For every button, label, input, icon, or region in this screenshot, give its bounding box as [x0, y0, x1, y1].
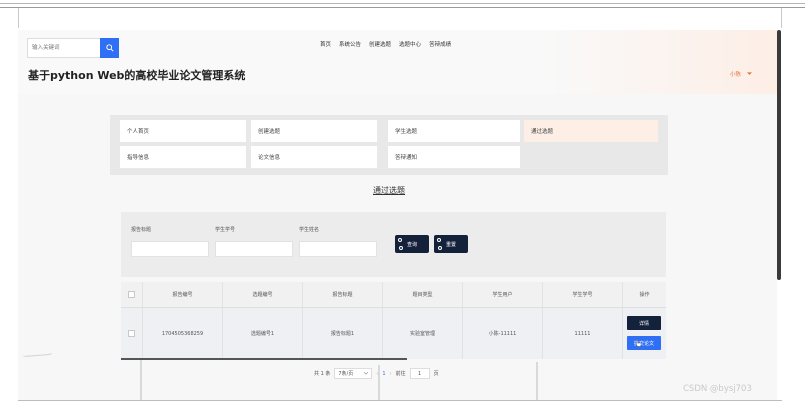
row-checkbox[interactable] — [128, 330, 135, 337]
table-header: 报告编号 选题编号 报告标题 题目类型 学生用户 学生学号 操作 — [121, 282, 666, 308]
cell-student-user: 小陈-11111 — [463, 308, 543, 359]
menu-item-approved-topics[interactable]: 通过选题 — [524, 120, 658, 142]
page-unit: 页 — [433, 371, 439, 377]
nav-item-home[interactable]: 首页 — [320, 40, 331, 48]
goto-page-input[interactable]: 1 — [409, 368, 430, 379]
vertical-scrollbar[interactable] — [777, 30, 781, 280]
watermark: CSDN @bysj703 — [683, 384, 752, 394]
page-title: 通过选题 — [373, 186, 405, 195]
submit-thesis-button[interactable]: 提交论文 — [627, 336, 661, 350]
page-size-select[interactable]: 7条/页 — [334, 368, 373, 379]
nav-item-defense-scores[interactable]: 答辩成绩 — [429, 40, 451, 48]
goto-page-value: 1 — [417, 370, 422, 377]
menu-item-create-topic[interactable]: 创建选题 — [251, 120, 377, 142]
frame-edge — [18, 8, 19, 28]
filter-label-student-name: 学生姓名 — [299, 227, 320, 233]
search-button[interactable] — [100, 38, 119, 58]
report-title-input[interactable] — [131, 241, 209, 257]
row-select-cell — [121, 308, 143, 359]
cursor-hand-icon — [636, 340, 642, 347]
user-name: 小陈 — [730, 72, 742, 78]
button-decor — [437, 238, 441, 242]
search-submit-button[interactable]: 查询 — [395, 235, 429, 253]
frame-edge — [781, 8, 782, 28]
cell-report-title: 报告标题1 — [303, 308, 383, 359]
col-topic-type: 题目类型 — [383, 282, 463, 307]
frame-line — [0, 3, 805, 4]
tower-decoration — [140, 360, 142, 400]
frame-line — [0, 7, 805, 8]
search-input[interactable] — [27, 38, 100, 58]
menu-item-personal-home[interactable]: 个人首页 — [120, 120, 246, 142]
center-menu: 个人首页 创建选题 学生选题 通过选题 指导信息 论文信息 答辩通知 — [110, 115, 668, 175]
menu-item-guidance-info[interactable]: 指导信息 — [120, 146, 246, 168]
button-decor — [438, 246, 442, 250]
airplane-decoration — [22, 353, 53, 357]
col-report-title: 报告标题 — [303, 282, 383, 307]
nav-item-topic-center[interactable]: 选题中心 — [399, 40, 421, 48]
col-actions: 操作 — [639, 292, 650, 298]
nav-item-create-topic[interactable]: 创建选题 — [369, 40, 391, 48]
chevron-down-icon — [747, 72, 753, 75]
search-bar — [27, 38, 119, 58]
menu-item-defense-notice[interactable]: 答辩通知 — [388, 146, 520, 168]
menu-item-thesis-info[interactable]: 论文信息 — [251, 146, 377, 168]
filter-label-report-title: 报告标题 — [131, 227, 152, 233]
col-student-id: 学生学号 — [543, 282, 623, 307]
filter-panel: 报告标题 学生学号 学生姓名 查询 重置 — [121, 212, 666, 277]
cell-report-no: 1704505368259 — [143, 308, 223, 359]
cell-actions: 详情 提交论文 — [623, 308, 666, 359]
pagination: 共 1 条 7条/页 ‹ 1 › 前往 1 页 — [314, 368, 439, 379]
student-name-input[interactable] — [299, 241, 377, 257]
cell-topic-no: 选题编号1 — [223, 308, 303, 359]
search-submit-label: 查询 — [406, 241, 417, 248]
table-row: 1704505368259 选题编号1 报告标题1 实验室管理 小陈-11111… — [121, 308, 666, 359]
reset-button[interactable]: 重置 — [434, 235, 468, 253]
current-page[interactable]: 1 — [382, 371, 385, 377]
next-page-button[interactable]: › — [390, 371, 392, 377]
horizontal-scrollbar[interactable] — [121, 358, 407, 360]
pager-total: 共 1 条 — [314, 371, 331, 377]
cell-topic-type: 实验室管理 — [383, 308, 463, 359]
tower-decoration — [536, 362, 538, 400]
search-icon — [105, 44, 114, 52]
nav-item-announcements[interactable]: 系统公告 — [339, 40, 361, 48]
button-decor — [399, 246, 403, 250]
user-menu[interactable]: 小陈 — [730, 70, 753, 78]
cell-student-id: 11111 — [543, 308, 623, 359]
menu-item-student-topics[interactable]: 学生选题 — [388, 120, 520, 142]
button-decor — [398, 238, 402, 242]
browser-top-frame — [0, 0, 805, 30]
detail-button[interactable]: 详情 — [627, 316, 661, 330]
reset-label: 重置 — [445, 241, 456, 248]
col-topic-no: 选题编号 — [223, 282, 303, 307]
filter-label-student-id: 学生学号 — [215, 227, 236, 233]
frame-bottom-line — [18, 400, 782, 401]
select-all-checkbox[interactable] — [128, 291, 135, 298]
col-student-user: 学生用户 — [463, 282, 543, 307]
detail-label: 详情 — [638, 320, 649, 327]
data-table: 报告编号 选题编号 报告标题 题目类型 学生用户 学生学号 操作 1704505… — [121, 282, 666, 359]
site-title: 基于python Web的高校毕业论文管理系统 — [28, 69, 246, 82]
student-id-input[interactable] — [215, 241, 293, 257]
col-report-no: 报告编号 — [143, 282, 223, 307]
goto-label: 前往 — [395, 371, 406, 377]
tower-decoration — [378, 365, 380, 400]
page-size-value: 7条/页 — [338, 371, 354, 377]
chevron-down-icon — [364, 372, 369, 375]
top-nav: 首页 系统公告 创建选题 选题中心 答辩成绩 — [320, 40, 451, 48]
app-window: 首页 系统公告 创建选题 选题中心 答辩成绩 基于python Web的高校毕业… — [18, 30, 777, 400]
select-all-cell — [121, 282, 143, 307]
